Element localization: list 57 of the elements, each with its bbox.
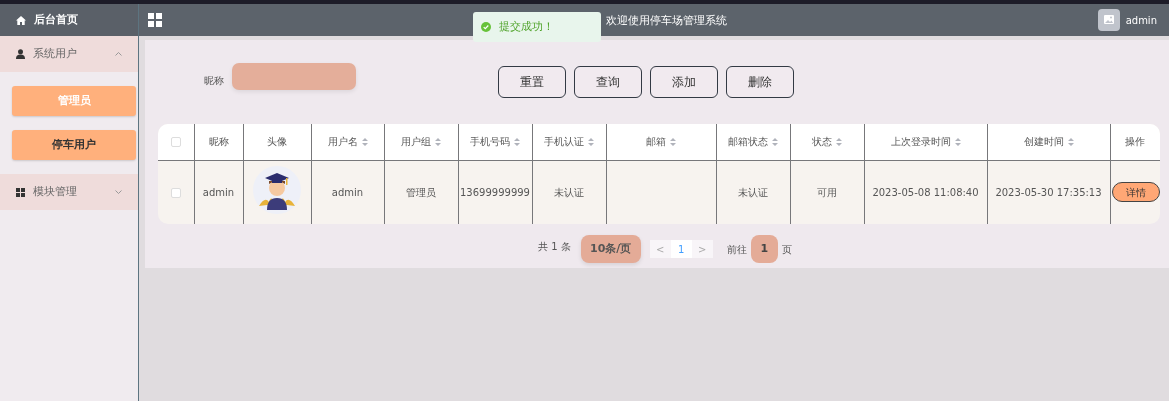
page-size-select[interactable]: 10条/页 [580, 235, 641, 263]
sort-icon [435, 138, 441, 147]
menu-icon[interactable] [148, 13, 162, 27]
total-count: 共 1 条 [538, 239, 571, 254]
check-icon [481, 22, 491, 32]
sort-icon [361, 138, 368, 147]
action-button[interactable]: 删除 [726, 66, 794, 98]
grid-icon [16, 187, 25, 197]
page-input[interactable]: 1 [750, 235, 778, 263]
details-button[interactable]: 详情 [1111, 182, 1160, 203]
sort-icon [772, 138, 778, 147]
submenu-item[interactable]: 停车用户 [12, 130, 136, 160]
toast-message: 提交成功！ [499, 18, 554, 35]
table-cell: 13699999999 [460, 186, 530, 198]
column-header[interactable]: 用户名 [327, 136, 358, 148]
column-header[interactable]: 昵称 [208, 136, 229, 148]
table-cell: 未认证 [738, 186, 768, 198]
column-header[interactable]: 用户组 [401, 136, 431, 148]
sort-icon [954, 138, 961, 147]
table-cell: 2023-05-08 11:08:40 [872, 186, 979, 198]
column-header[interactable]: 状态 [812, 136, 832, 148]
table-cell: 未认证 [554, 186, 584, 198]
search-field[interactable] [232, 63, 356, 90]
table-cell: 2023-05-30 17:35:13 [995, 186, 1102, 198]
sort-icon [1067, 138, 1074, 147]
column-header[interactable]: 邮箱状态 [728, 136, 768, 148]
username: admin [1125, 13, 1157, 28]
user-icon [16, 49, 25, 59]
column-header[interactable]: 邮箱 [646, 136, 666, 148]
action-button[interactable]: 重置 [498, 66, 566, 98]
action-button[interactable]: 查询 [574, 66, 642, 98]
column-header[interactable]: 头像 [267, 136, 287, 148]
table-cell: 可用 [817, 186, 837, 198]
menu-item[interactable]: 模块管理 [0, 174, 138, 210]
column-header[interactable]: 手机认证 [544, 136, 584, 148]
table-cell: admin [331, 186, 364, 198]
sort-icon [588, 138, 594, 147]
column-header[interactable]: 操作 [1125, 136, 1146, 148]
column-header[interactable]: 上次登录时间 [890, 136, 951, 148]
table-cell: 管理员 [406, 186, 436, 198]
avatar-icon [1097, 9, 1120, 31]
sort-icon [670, 138, 676, 147]
goto-suffix: 页 [781, 242, 792, 257]
home-icon [16, 15, 26, 25]
home-link[interactable]: 后台首页 [34, 11, 78, 29]
checkbox[interactable] [170, 137, 181, 148]
action-button[interactable]: 添加 [650, 66, 718, 98]
menu-item[interactable]: 系统用户 [0, 36, 138, 72]
table-cell: admin [202, 186, 235, 198]
checkbox[interactable] [170, 187, 181, 198]
page-title: 欢迎使用停车场管理系统 [606, 13, 727, 29]
column-header[interactable]: 创建时间 [1023, 136, 1064, 148]
sort-icon [836, 138, 842, 147]
field-label: 昵称 [204, 74, 224, 88]
column-header[interactable]: 手机号码 [470, 136, 510, 148]
goto-label: 前往 [726, 242, 747, 257]
sort-icon [514, 138, 520, 147]
